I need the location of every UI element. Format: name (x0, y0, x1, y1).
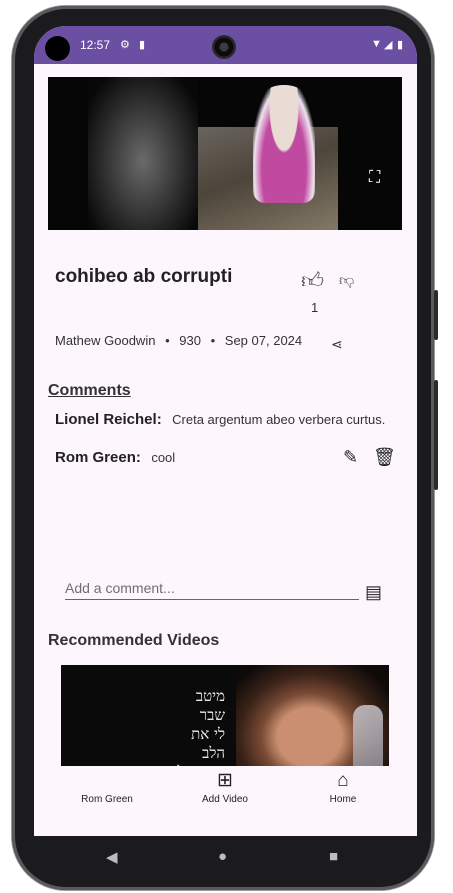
thumbs-down-icon[interactable]: 👎︎ (339, 272, 354, 290)
system-nav-bar: ◀ ● ■ (34, 836, 417, 880)
comment-author: Rom Green: (55, 449, 141, 466)
share-icon[interactable]: ⋖ (331, 336, 343, 353)
profile-icon (77, 768, 137, 794)
signal-icon: ◢ (384, 39, 393, 51)
comment-item: Rom Green: cool (55, 449, 175, 467)
sd-card-icon: ▮ (139, 39, 146, 51)
video-meta: Mathew Goodwin • 930 • Sep 07, 2024 (55, 333, 308, 348)
recommended-heading: Recommended Videos (48, 632, 220, 649)
comment-input[interactable] (65, 576, 359, 600)
video-frame-child (253, 85, 315, 203)
nav-label: Rom Green (81, 794, 133, 805)
nav-item-profile[interactable]: Rom Green (77, 768, 137, 805)
video-add-icon: ⊞ (217, 770, 233, 791)
send-comment-icon[interactable]: ▤ (365, 582, 382, 603)
comments-heading: Comments (48, 382, 131, 399)
thumbs-up-icon[interactable]: 👍︎ (301, 267, 324, 294)
view-count: 930 (179, 333, 201, 348)
comment-item: Lionel Reichel: Creta argentum abeo verb… (55, 411, 385, 429)
camera-cutout (45, 36, 70, 61)
battery-icon: ▮ (397, 39, 404, 51)
back-icon[interactable]: ◀ (106, 848, 118, 866)
nav-item-home[interactable]: ⌂ Home (318, 768, 368, 805)
volume-button (434, 380, 438, 490)
trash-icon[interactable]: 🗑︎ (373, 447, 396, 468)
nav-label: Add Video (202, 794, 248, 805)
meta-separator: • (165, 333, 170, 348)
video-frame-left (88, 77, 198, 230)
home-circle-icon[interactable]: ● (218, 848, 227, 865)
screen: 12:57 ⚙ ▮ ▼ ◢ ▮ ⛶ cohibeo ab corrupti 👍︎… (34, 26, 417, 836)
upload-date: Sep 07, 2024 (224, 333, 303, 348)
power-button (434, 290, 438, 340)
bottom-nav: Rom Green ⊞ Add Video ⌂ Home (34, 766, 417, 836)
front-camera (212, 35, 236, 59)
wifi-icon: ▼ (371, 38, 382, 50)
edit-icon[interactable]: ✎ (343, 447, 358, 468)
recents-icon[interactable]: ■ (329, 848, 338, 865)
home-icon: ⌂ (337, 770, 349, 791)
status-time: 12:57 (80, 38, 111, 52)
video-title: cohibeo ab corrupti (55, 266, 233, 287)
comment-text: cool (151, 450, 176, 465)
comment-text: Creta argentum abeo verbera curtus. (172, 412, 386, 427)
status-bar: 12:57 ⚙ ▮ ▼ ◢ ▮ (34, 26, 417, 64)
nav-item-add-video[interactable]: ⊞ Add Video (195, 768, 255, 805)
video-player[interactable]: ⛶ (48, 77, 402, 230)
settings-icon: ⚙ (120, 39, 130, 51)
meta-separator: • (210, 333, 216, 348)
nav-label: Home (329, 794, 357, 805)
main-content: ⛶ cohibeo ab corrupti 👍︎ 👎︎ 1 Mathew Goo… (34, 64, 417, 798)
fullscreen-icon[interactable]: ⛶ (369, 169, 380, 187)
uploader-name[interactable]: Mathew Goodwin (55, 333, 155, 348)
comment-author: Lionel Reichel: (55, 411, 162, 428)
like-count: 1 (311, 300, 319, 315)
